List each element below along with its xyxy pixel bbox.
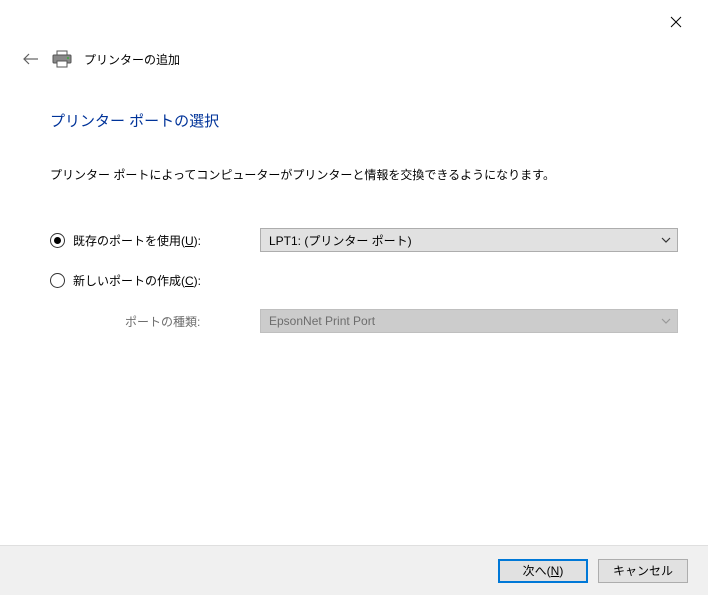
page-description: プリンター ポートによってコンピューターがプリンターと情報を交換できるようになり… (50, 166, 678, 183)
cancel-button[interactable]: キャンセル (598, 559, 688, 583)
existing-port-label: 既存のポートを使用(U): (73, 232, 201, 249)
port-type-label: ポートの種類: (50, 313, 260, 330)
page-heading: プリンター ポートの選択 (50, 110, 678, 131)
back-arrow-icon (23, 53, 39, 65)
new-port-radio-group[interactable]: 新しいポートの作成(C): (50, 272, 260, 289)
port-type-value: EpsonNet Print Port (269, 314, 375, 328)
existing-port-radio[interactable] (50, 233, 65, 248)
chevron-down-icon (661, 235, 671, 245)
wizard-header: プリンターの追加 (22, 50, 180, 68)
printer-icon (52, 50, 72, 68)
existing-port-select[interactable]: LPT1: (プリンター ポート) (260, 228, 678, 252)
port-type-select: EpsonNet Print Port (260, 309, 678, 333)
new-port-row: 新しいポートの作成(C): (50, 272, 678, 289)
existing-port-radio-group[interactable]: 既存のポートを使用(U): (50, 232, 260, 249)
next-button[interactable]: 次へ(N) (498, 559, 588, 583)
chevron-down-icon (661, 316, 671, 326)
button-bar: 次へ(N) キャンセル (0, 545, 708, 595)
existing-port-value: LPT1: (プリンター ポート) (269, 232, 412, 249)
back-button[interactable] (22, 50, 40, 68)
wizard-title: プリンターの追加 (84, 51, 180, 68)
close-icon (670, 16, 682, 28)
port-type-row: ポートの種類: EpsonNet Print Port (50, 309, 678, 333)
content-area: プリンター ポートの選択 プリンター ポートによってコンピューターがプリンターと… (50, 110, 678, 353)
new-port-radio[interactable] (50, 273, 65, 288)
new-port-label: 新しいポートの作成(C): (73, 272, 201, 289)
existing-port-row: 既存のポートを使用(U): LPT1: (プリンター ポート) (50, 228, 678, 252)
close-button[interactable] (664, 10, 688, 34)
